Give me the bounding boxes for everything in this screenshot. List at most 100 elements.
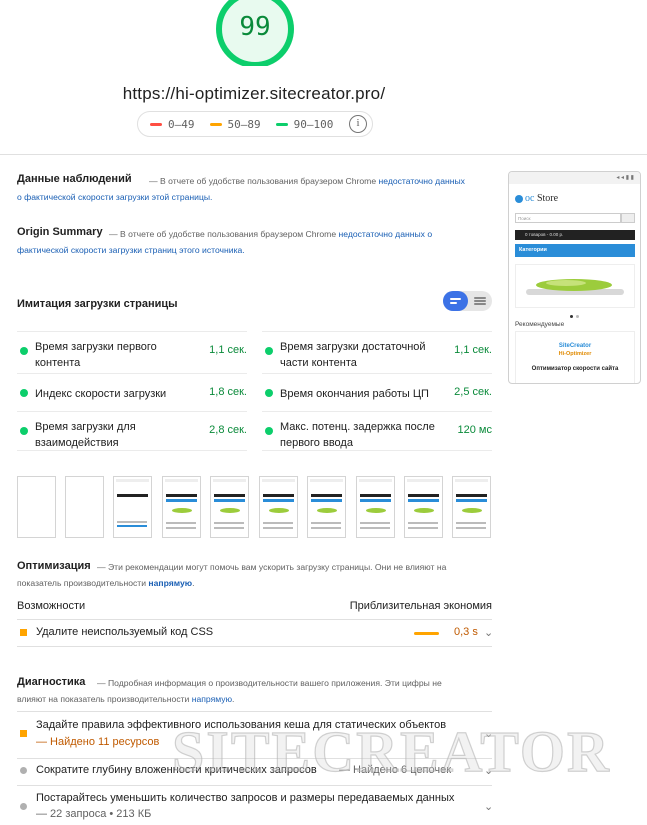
carousel-dot <box>576 315 579 318</box>
info-dot-icon <box>20 803 27 810</box>
metric-value: 1,8 сек. <box>209 386 247 398</box>
period: . <box>192 578 195 588</box>
metric-value: 2,5 сек. <box>454 386 492 398</box>
store-search-button <box>621 213 635 223</box>
store-logo: oc Store <box>525 193 558 204</box>
phone-status-bar: ◂ ◂ ▮ ▮ <box>509 172 640 184</box>
average-square-icon <box>20 730 27 737</box>
origin-summary-description: — В отчете об удобстве пользования брауз… <box>17 226 465 258</box>
info-icon[interactable]: i <box>349 115 367 133</box>
origin-summary-desc-text: — В отчете об удобстве пользования брауз… <box>109 229 339 239</box>
legend-average-bar <box>209 122 222 126</box>
store-logo-a: oc <box>525 193 537 204</box>
performance-score: 99 <box>239 12 271 42</box>
legend-fail-label: 0–49 <box>168 117 195 131</box>
pass-dot-icon <box>265 427 273 435</box>
header-divider <box>0 154 647 155</box>
pass-dot-icon <box>20 427 28 435</box>
expanded-view-icon[interactable] <box>474 297 486 299</box>
savings-column-header: Приблизительная экономия <box>349 600 492 612</box>
metrics-view-toggle[interactable] <box>443 291 492 311</box>
opportunity-label: Удалите неиспользуемый код CSS <box>36 626 214 638</box>
metric-label: Время загрузки для взаимодействия <box>35 421 136 449</box>
metrics-grid: Время загрузки первого контента 1,1 сек.… <box>17 331 492 455</box>
metric-label: Время загрузки достаточной части контент… <box>280 341 426 369</box>
store-logo-icon <box>515 195 523 203</box>
metric-max-potential-fid: Макс. потенц. задержка после первого вво… <box>262 411 492 451</box>
page-url: https://hi-optimizer.sitecreator.pro/ <box>122 84 386 103</box>
store-category-bar: Категории <box>515 244 635 257</box>
metric-value: 1,1 сек. <box>454 344 492 356</box>
filmstrip-frame <box>307 476 346 538</box>
metric-label: Макс. потенц. задержка после первого вво… <box>280 421 435 449</box>
filmstrip-frame-partial <box>113 476 152 538</box>
product-brand: SiteCreator <box>558 343 592 349</box>
period: . <box>232 694 235 704</box>
metric-value: 2,8 сек. <box>209 424 247 436</box>
row-divider <box>17 785 492 786</box>
legend-average-label: 50–89 <box>227 117 261 131</box>
diagnostics-directly-link[interactable]: напрямую <box>192 694 232 704</box>
store-search-input: Поиск <box>515 213 621 223</box>
metric-label: Время окончания работы ЦП <box>280 388 429 400</box>
legend-pass-bar <box>275 122 288 126</box>
opportunities-column-header: Возможности <box>17 600 86 612</box>
store-logo-b: Store <box>536 193 559 204</box>
metric-first-cpu-idle: Время окончания работы ЦП 2,5 сек. <box>262 373 492 413</box>
expanded-view-icon-line <box>474 300 486 302</box>
average-square-icon <box>20 629 27 636</box>
legend-pass-label: 90–100 <box>293 117 334 131</box>
laptop-image <box>526 279 624 295</box>
savings-value: 0,3 s <box>454 626 478 638</box>
product-name: Hi-Optimizer <box>558 351 592 357</box>
legend-item-pass: 90–100 <box>275 117 334 131</box>
chevron-down-icon[interactable]: ⌄ <box>484 626 493 639</box>
sitecreator-watermark: SITECREATOR <box>171 718 611 784</box>
pass-dot-icon <box>20 347 28 355</box>
metric-label: Индекс скорости загрузки <box>35 388 167 400</box>
metric-value: 1,1 сек. <box>209 344 247 356</box>
filmstrip-frame <box>356 476 395 538</box>
expanded-view-icon-line <box>474 303 486 305</box>
store-product-card: SiteCreator Hi-Optimizer Оптимизатор ско… <box>515 331 635 383</box>
diagnostics-description: — Подробная информация о производительно… <box>17 675 465 707</box>
legend-item-fail: 0–49 <box>150 118 195 131</box>
filmstrip-frame <box>452 476 491 538</box>
pass-dot-icon <box>265 389 273 397</box>
performance-score-gauge: 99 <box>214 0 296 66</box>
field-data-desc-text: — В отчете об удобстве пользования брауз… <box>149 176 379 186</box>
compact-view-button[interactable] <box>443 291 468 311</box>
info-dot-icon <box>20 767 27 774</box>
optimization-desc-text: — Эти рекомендации могут помочь вам уско… <box>17 562 447 588</box>
compact-view-icon-line <box>450 302 457 304</box>
filmstrip-frame <box>404 476 443 538</box>
chevron-down-icon[interactable]: ⌄ <box>484 800 493 813</box>
diagnostic-detail: — Найдено 11 ресурсов <box>36 736 160 748</box>
row-divider <box>17 619 492 620</box>
pass-dot-icon <box>265 347 273 355</box>
field-data-description: — В отчете об удобстве пользования брауз… <box>17 173 465 205</box>
store-cart-bar: 0 товаров - 0.00 р. <box>515 230 635 240</box>
metric-value: 120 мс <box>457 424 492 436</box>
legend-fail-bar <box>150 122 162 126</box>
metric-first-contentful-paint: Время загрузки первого контента 1,1 сек. <box>17 331 247 371</box>
metric-first-meaningful-paint: Время загрузки достаточной части контент… <box>262 331 492 371</box>
optimization-directly-link[interactable]: напрямую <box>148 578 192 588</box>
filmstrip-frame-blank <box>17 476 56 538</box>
row-divider <box>17 646 492 647</box>
final-screenshot-thumbnail: ◂ ◂ ▮ ▮ oc Store Поиск 0 товаров - 0.00 … <box>508 171 641 384</box>
filmstrip-frame-blank <box>65 476 104 538</box>
metric-time-to-interactive: Время загрузки для взаимодействия 2,8 се… <box>17 411 247 451</box>
product-title: Оптимизатор скорости сайта <box>531 366 619 372</box>
score-legend: 0–49 50–89 90–100 i <box>137 111 373 137</box>
diagnostic-detail: — 22 запроса • 213 КБ <box>36 808 152 820</box>
diagnostic-label: Постарайтесь уменьшить количество запрос… <box>36 792 455 804</box>
pass-dot-icon <box>20 389 28 397</box>
metric-label: Время загрузки первого контента <box>35 341 157 369</box>
lab-data-title: Имитация загрузки страницы <box>17 298 178 310</box>
store-recommended-heading: Рекомендуемые <box>515 321 565 328</box>
savings-bar <box>414 632 439 635</box>
compact-view-icon <box>450 298 461 300</box>
filmstrip-frame <box>259 476 298 538</box>
row-divider <box>17 711 492 712</box>
